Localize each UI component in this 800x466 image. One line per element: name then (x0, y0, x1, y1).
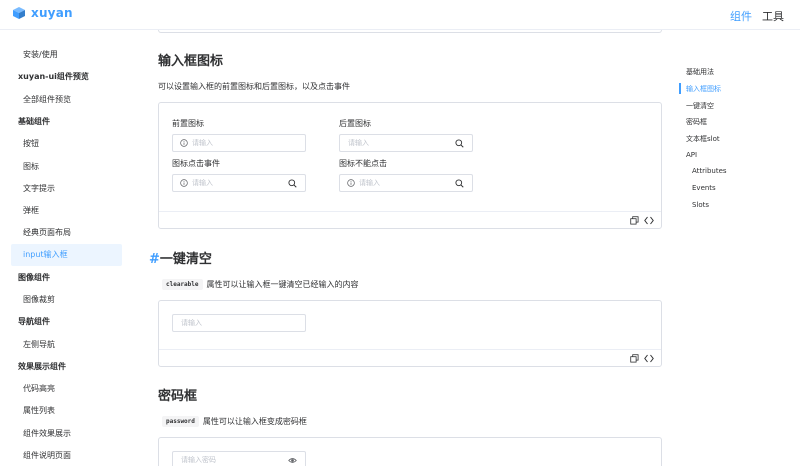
field-label-no-click: 图标不能点击 (339, 159, 387, 168)
demo-card-clear: 请输入 (158, 300, 662, 367)
copy-icon[interactable] (630, 216, 639, 225)
sidebar-group-basic: 基础组件 (18, 117, 50, 126)
section-desc-clear: clearable 属性可以让输入框一键清空已经输入的内容 (162, 279, 359, 290)
input-suffix-icon[interactable]: 请输入 (339, 134, 473, 152)
top-nav: 组件 工具 (730, 8, 784, 24)
sidebar-group-preview: xuyan-ui组件预览 (18, 72, 89, 81)
field-label-click: 图标点击事件 (172, 159, 220, 168)
input-placeholder: 请输入 (192, 139, 213, 147)
sidebar-item-input[interactable]: input输入框 (11, 244, 122, 266)
toc-item-events[interactable]: Events (692, 184, 716, 192)
sidebar-item-tooltip[interactable]: 文字提示 (11, 178, 122, 200)
code-password: password (162, 416, 199, 427)
sidebar-item-props-list[interactable]: 属性列表 (11, 400, 122, 422)
section-title-password: 密码框 (158, 389, 198, 404)
input-placeholder: 请输入 (348, 139, 369, 147)
sidebar-item-crop[interactable]: 图像裁剪 (11, 289, 122, 311)
info-circle-icon (347, 179, 355, 187)
toc-item-slots[interactable]: Slots (692, 201, 709, 209)
sidebar-item-demo[interactable]: 组件效果展示 (11, 423, 122, 445)
field-label-suffix: 后置图标 (339, 119, 371, 128)
sidebar-item-button[interactable]: 按钮 (11, 133, 122, 155)
sidebar-group-nav: 导航组件 (18, 317, 50, 326)
sidebar-item-all-preview[interactable]: 全部组件预览 (11, 89, 122, 111)
input-placeholder: 请输入密码 (181, 456, 216, 464)
code-icon[interactable] (644, 216, 654, 225)
sidebar-item-left-nav[interactable]: 左侧导航 (11, 334, 122, 356)
section-desc-icon-text: 可以设置输入框的前置图标和后置图标，以及点击事件 (158, 82, 350, 91)
sidebar-item-install[interactable]: 安装/使用 (11, 44, 122, 66)
info-circle-icon[interactable] (180, 179, 188, 187)
search-icon (455, 179, 464, 188)
previous-demo-card (158, 30, 662, 33)
field-label-prefix: 前置图标 (172, 119, 204, 128)
app-header: xuyan 组件 工具 (0, 0, 800, 30)
sidebar-group-display: 效果展示组件 (18, 362, 66, 371)
input-icon-click[interactable]: 请输入 (172, 174, 306, 192)
eye-icon[interactable] (288, 456, 297, 465)
search-icon[interactable] (288, 179, 297, 188)
section-desc-icon: 可以设置输入框的前置图标和后置图标，以及点击事件 (158, 81, 350, 92)
sidebar-item-dialog[interactable]: 弹框 (11, 200, 122, 222)
search-icon (455, 139, 464, 148)
input-placeholder: 请输入 (359, 179, 380, 187)
sidebar-item-layout[interactable]: 经典页面布局 (11, 222, 122, 244)
info-circle-icon (180, 139, 188, 147)
sidebar-item-icon[interactable]: 图标 (11, 156, 122, 178)
section-desc-password-text: 属性可以让输入框变成密码框 (202, 417, 307, 426)
demo-toolbar (159, 349, 661, 366)
section-desc-clear-text: 属性可以让输入框一键清空已经输入的内容 (206, 280, 359, 289)
sidebar-item-doc-page[interactable]: 组件说明页面 (11, 445, 122, 466)
input-placeholder: 请输入 (192, 179, 213, 187)
input-password[interactable]: 请输入密码 (172, 451, 306, 466)
toc-item-basic[interactable]: 基础用法 (686, 67, 714, 77)
toc-item-textarea-slot[interactable]: 文本框slot (686, 134, 720, 144)
cube-logo-icon (13, 7, 25, 19)
section-title-clear: #一键清空 (149, 248, 212, 267)
toc-item-attributes[interactable]: Attributes (692, 167, 727, 175)
toc-item-clear[interactable]: 一键清空 (686, 101, 714, 111)
toc-active-indicator (679, 83, 681, 94)
toc-item-api[interactable]: API (686, 151, 697, 159)
code-icon[interactable] (644, 354, 654, 363)
input-placeholder: 请输入 (181, 319, 202, 327)
copy-icon[interactable] (630, 354, 639, 363)
anchor-hash[interactable]: # (149, 252, 160, 267)
demo-card-icon: 前置图标 请输入 后置图标 请输入 图标点击事件 请输入 图标不能点击 请输入 (158, 102, 662, 229)
section-title-icon: 输入框图标 (158, 54, 224, 69)
sidebar: 安装/使用 xuyan-ui组件预览 全部组件预览 基础组件 按钮 图标 文字提… (0, 30, 130, 466)
demo-toolbar (159, 211, 661, 228)
input-clearable[interactable]: 请输入 (172, 314, 306, 332)
input-icon-disabled[interactable]: 请输入 (339, 174, 473, 192)
sidebar-item-code-highlight[interactable]: 代码高亮 (11, 378, 122, 400)
nav-components[interactable]: 组件 (730, 8, 752, 24)
section-title-clear-text: 一键清空 (159, 252, 212, 267)
code-clearable: clearable (162, 279, 203, 290)
input-prefix-icon[interactable]: 请输入 (172, 134, 306, 152)
demo-card-password: 请输入密码 (158, 437, 662, 466)
logo[interactable]: xuyan (12, 6, 73, 20)
toc-item-password[interactable]: 密码框 (686, 117, 707, 127)
nav-tools[interactable]: 工具 (762, 8, 784, 24)
sidebar-group-image: 图像组件 (18, 273, 50, 282)
logo-text: xuyan (31, 6, 73, 20)
section-desc-password: password 属性可以让输入框变成密码框 (162, 416, 307, 427)
toc-item-icon[interactable]: 输入框图标 (686, 84, 721, 94)
